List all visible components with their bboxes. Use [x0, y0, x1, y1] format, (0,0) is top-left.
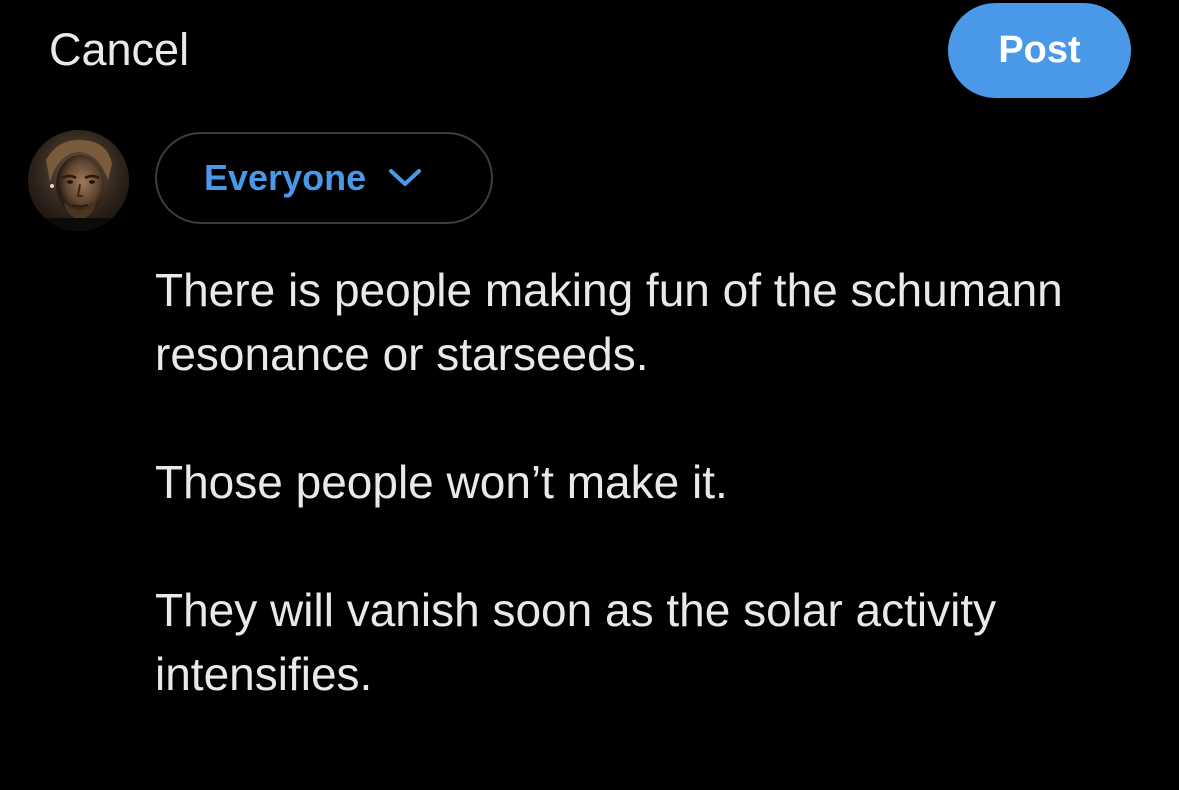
avatar[interactable] [28, 130, 129, 231]
audience-selector[interactable]: Everyone [155, 132, 493, 224]
post-text[interactable]: There is people making fun of the schuma… [155, 258, 1155, 770]
post-paragraph: Those people won’t make it. [155, 456, 728, 508]
chevron-down-icon [388, 168, 422, 188]
cancel-button[interactable]: Cancel [49, 24, 189, 76]
avatar-image [28, 130, 129, 231]
audience-label: Everyone [204, 157, 367, 198]
post-paragraph: There is people making fun of the schuma… [155, 264, 1063, 380]
post-paragraph: They will vanish soon as the solar activ… [155, 584, 997, 700]
post-button[interactable]: Post [948, 3, 1131, 98]
